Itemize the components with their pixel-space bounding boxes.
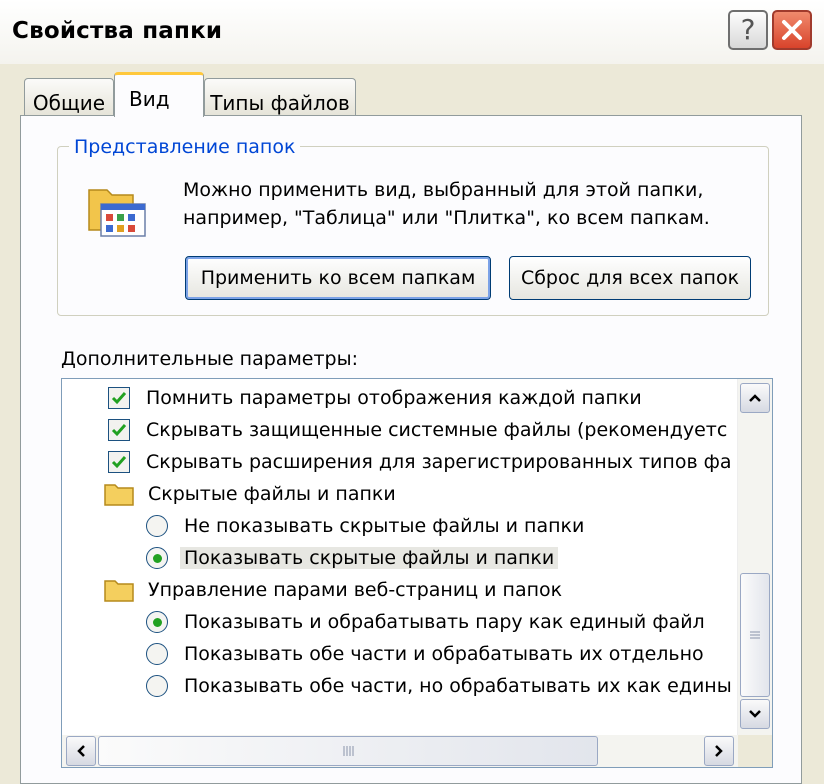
checkmark-icon <box>111 392 127 405</box>
list-item-do-not-show-hidden[interactable]: Не показывать скрытые файлы и папки <box>146 511 584 541</box>
list-item-label: Не показывать скрытые файлы и папки <box>184 515 585 537</box>
list-item-both-parts-separately[interactable]: Показывать обе части и обрабатывать их о… <box>146 639 704 669</box>
help-button[interactable]: ? <box>728 10 768 50</box>
list-item-hide-extensions[interactable]: Скрывать расширения для зарегистрированн… <box>108 447 732 477</box>
list-item-show-hidden[interactable]: Показывать скрытые файлы и папки <box>146 543 559 573</box>
tab-file-types[interactable]: Типы файлов <box>204 78 356 118</box>
tab-general[interactable]: Общие <box>24 78 114 118</box>
list-item-both-parts-single[interactable]: Показывать обе части, но обрабатывать их… <box>146 671 732 701</box>
list-item-remember-view[interactable]: Помнить параметры отображения каждой пап… <box>108 383 642 413</box>
checkbox-remember-view[interactable] <box>108 387 130 409</box>
help-icon: ? <box>740 13 756 46</box>
description-line-1: Можно применить вид, выбранный для этой … <box>183 179 704 201</box>
vertical-scroll-thumb[interactable] <box>740 573 770 697</box>
checkbox-hide-system-files[interactable] <box>108 419 130 441</box>
horizontal-scroll-thumb[interactable] <box>98 736 598 766</box>
radio-dot <box>152 553 162 563</box>
reset-all-folders-button[interactable]: Сброс для всех папок <box>509 256 751 300</box>
title-bar: Свойства папки ? <box>0 0 824 64</box>
folder-icon <box>104 484 134 506</box>
scroll-left-button[interactable] <box>66 736 96 766</box>
radio-show-hidden[interactable] <box>146 547 168 569</box>
radio-do-not-show-hidden[interactable] <box>146 515 168 537</box>
close-icon <box>782 20 802 40</box>
checkbox-hide-extensions[interactable] <box>108 451 130 473</box>
list-item-label: Показывать скрытые файлы и папки <box>180 547 559 569</box>
checkmark-icon <box>111 456 127 469</box>
scroll-up-button[interactable] <box>740 383 770 413</box>
list-group-hidden-files: Скрытые файлы и папки <box>104 479 396 509</box>
radio-dot <box>152 617 162 627</box>
advanced-settings-list[interactable]: Помнить параметры отображения каждой пап… <box>61 378 773 768</box>
scroll-down-button[interactable] <box>740 699 770 729</box>
radio-both-parts-separately[interactable] <box>146 643 168 665</box>
horizontal-scrollbar[interactable] <box>62 735 738 767</box>
advanced-settings-label: Дополнительные параметры: <box>61 348 359 370</box>
list-item-label: Показывать обе части, но обрабатывать их… <box>184 675 732 697</box>
close-button[interactable] <box>772 10 812 50</box>
list-item-label: Скрывать защищенные системные файлы (рек… <box>146 419 728 441</box>
list-item-label: Показывать и обрабатывать пару как едины… <box>184 611 705 633</box>
window-title: Свойства папки <box>12 18 223 44</box>
tab-panel-view: Представление папок Можно применить вид,… <box>20 115 802 784</box>
folder-icon <box>104 580 134 602</box>
tab-view[interactable]: Вид <box>114 72 204 117</box>
grip-icon <box>750 631 760 639</box>
chevron-up-icon <box>749 394 761 402</box>
chevron-right-icon <box>715 745 723 757</box>
list-item-pair-single-file[interactable]: Показывать и обрабатывать пару как едины… <box>146 607 705 637</box>
folder-views-title: Представление папок <box>69 136 301 158</box>
radio-pair-single-file[interactable] <box>146 611 168 633</box>
checkmark-icon <box>111 424 127 437</box>
chevron-down-icon <box>749 710 761 718</box>
scrollbar-corner <box>738 735 772 767</box>
vertical-scrollbar[interactable] <box>737 379 772 737</box>
folder-view-icon <box>88 189 146 237</box>
list-group-label: Управление парами веб-страниц и папок <box>148 579 563 601</box>
folder-views-description: Можно применить вид, выбранный для этой … <box>183 176 743 232</box>
grip-icon <box>343 746 354 756</box>
list-group-label: Скрытые файлы и папки <box>148 483 396 505</box>
chevron-left-icon <box>77 745 85 757</box>
list-group-web-pairs: Управление парами веб-страниц и папок <box>104 575 562 605</box>
list-item-hide-system-files[interactable]: Скрывать защищенные системные файлы (рек… <box>108 415 727 445</box>
description-line-2: например, "Таблица" или "Плитка", ко все… <box>183 207 710 229</box>
radio-both-parts-single[interactable] <box>146 675 168 697</box>
list-item-label: Показывать обе части и обрабатывать их о… <box>184 643 704 665</box>
list-item-label: Скрывать расширения для зарегистрированн… <box>146 451 732 473</box>
apply-to-all-folders-button[interactable]: Применить ко всем папкам <box>185 256 491 300</box>
scroll-right-button[interactable] <box>704 736 734 766</box>
list-item-label: Помнить параметры отображения каждой пап… <box>146 387 642 409</box>
